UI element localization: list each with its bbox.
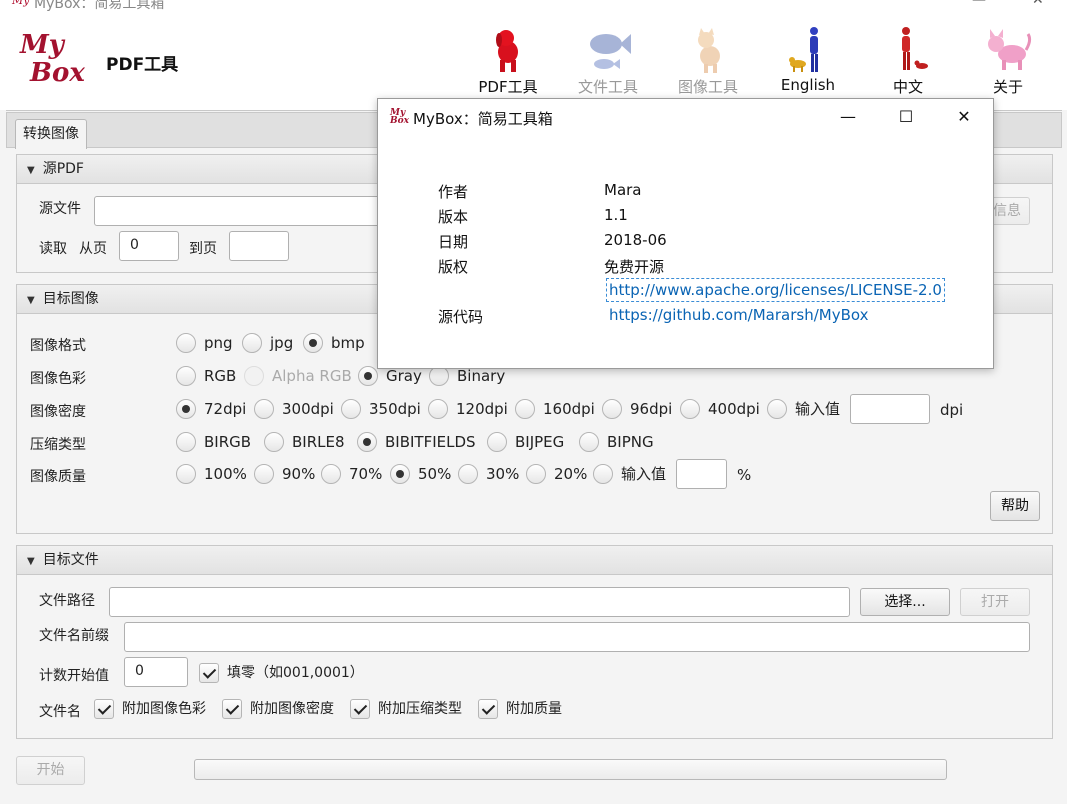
target-file-header[interactable]: ▼ 目标文件	[17, 546, 1052, 575]
file-path-label: 文件路径	[39, 593, 95, 609]
version-key: 版本	[438, 208, 469, 226]
progress-bar	[194, 759, 947, 780]
cat-icon	[698, 28, 720, 73]
collapse-arrow-icon: ▼	[27, 556, 35, 567]
date-key: 日期	[438, 233, 469, 251]
source-code-link[interactable]: https://github.com/Mararsh/MyBox	[609, 306, 868, 324]
file-prefix-input[interactable]	[124, 622, 1030, 652]
from-page-label: 从页	[79, 241, 107, 257]
nav-image-tools[interactable]: 图像工具	[668, 24, 748, 106]
close-icon[interactable]: ✕	[1032, 0, 1044, 8]
app-title: PDF工具	[106, 55, 179, 75]
to-page-input[interactable]	[229, 231, 289, 261]
image-format-label: 图像格式	[30, 338, 86, 354]
help-button[interactable]: 帮助	[990, 491, 1040, 521]
pink-cat-icon	[988, 29, 1032, 70]
source-file-input[interactable]	[94, 196, 380, 226]
counter-start-input[interactable]: 0	[124, 657, 188, 687]
app-icon: My	[12, 0, 30, 7]
author-value: Mara	[604, 181, 642, 199]
about-dialog: My Box MyBox：简易工具箱 — ☐ ✕ 作者 Mara 版本 1.1 …	[377, 98, 994, 369]
close-icon[interactable]: ✕	[944, 103, 984, 131]
read-label: 读取	[39, 241, 67, 257]
copyright-value: 免费开源	[604, 258, 665, 276]
file-prefix-label: 文件名前缀	[39, 628, 109, 644]
fish-icon	[590, 34, 631, 69]
minimize-icon[interactable]: —	[972, 0, 986, 8]
window-title: MyBox：简易工具箱	[34, 0, 165, 12]
filename-label: 文件名	[39, 704, 81, 720]
counter-start-label: 计数开始值	[39, 668, 109, 684]
about-dialog-titlebar: My Box MyBox：简易工具箱 — ☐ ✕	[378, 99, 993, 135]
copyright-key: 版权	[438, 258, 469, 276]
person-red-icon	[902, 27, 928, 70]
image-quality-label: 图像质量	[30, 469, 86, 485]
author-key: 作者	[438, 183, 469, 201]
maximize-icon[interactable]: ☐	[886, 103, 926, 131]
mybox-small-icon: My Box	[390, 108, 409, 126]
choose-button[interactable]: 选择...	[860, 588, 950, 616]
nav-about-label: 关于	[992, 78, 1023, 96]
license-link[interactable]: http://www.apache.org/licenses/LICENSE-2…	[606, 278, 945, 302]
source-code-key: 源代码	[438, 308, 484, 326]
nav-file-tools[interactable]: 文件工具	[568, 24, 648, 106]
nav-file-tools-label: 文件工具	[577, 78, 638, 96]
file-path-input[interactable]	[109, 587, 850, 617]
start-button[interactable]: 开始	[16, 756, 85, 785]
version-value: 1.1	[604, 206, 628, 224]
source-file-label: 源文件	[39, 201, 81, 217]
mybox-logo: My Box	[20, 30, 85, 88]
tab-convert-image[interactable]: 转换图像	[15, 119, 87, 149]
nav-chinese[interactable]: 中文	[868, 24, 948, 106]
nav-about[interactable]: 关于	[968, 24, 1048, 106]
collapse-arrow-icon: ▼	[27, 295, 35, 306]
date-value: 2018-06	[604, 231, 667, 249]
person-with-dog-icon	[789, 27, 818, 72]
nav-image-tools-label: 图像工具	[677, 78, 738, 96]
compression-type-label: 压缩类型	[30, 437, 86, 453]
image-color-label: 图像色彩	[30, 371, 86, 387]
quality-unit: %	[737, 466, 752, 484]
density-unit: dpi	[940, 401, 964, 419]
image-density-label: 图像密度	[30, 404, 86, 420]
nav-english[interactable]: English	[768, 24, 848, 106]
nav-pdf-tools-label: PDF工具	[478, 78, 538, 96]
about-dialog-title: MyBox：简易工具箱	[413, 110, 553, 128]
quality-custom-input[interactable]	[676, 459, 727, 489]
nav-pdf-tools[interactable]: PDF工具	[468, 24, 548, 106]
minimize-icon[interactable]: —	[828, 103, 868, 131]
nav-chinese-label: 中文	[892, 78, 923, 96]
open-button[interactable]: 打开	[960, 588, 1030, 616]
red-dog-icon	[496, 30, 518, 72]
collapse-arrow-icon: ▼	[27, 165, 35, 176]
window-titlebar: My MyBox：简易工具箱 — ✕	[0, 0, 1067, 14]
density-custom-input[interactable]	[850, 394, 930, 424]
to-page-label: 到页	[189, 241, 217, 257]
app-header: My Box PDF工具 PDF工具 文件工具 图像工具 English 中文 …	[0, 14, 1067, 110]
nav-english-label: English	[780, 76, 836, 94]
from-page-input[interactable]: 0	[119, 231, 179, 261]
